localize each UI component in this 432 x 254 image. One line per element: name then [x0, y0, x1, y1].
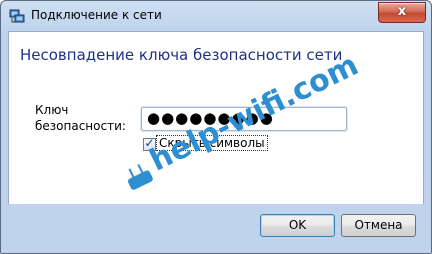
ok-button[interactable]: OK [260, 214, 335, 237]
window-title: Подключение к сети [31, 8, 162, 22]
router-icon [127, 169, 154, 191]
dialog-content: Несовпадение ключа безопасности сети Клю… [8, 31, 424, 204]
button-bar: OK Отмена [8, 203, 424, 251]
security-key-label: Ключ безопасности: [35, 103, 126, 133]
network-connect-dialog: Подключение к сети x Несовпадение ключа … [0, 0, 432, 254]
watermark: help-wifi.com [114, 47, 364, 207]
title-bar[interactable]: Подключение к сети x [1, 1, 431, 31]
close-icon: x [397, 4, 407, 19]
network-icon [9, 9, 25, 23]
close-button[interactable]: x [378, 2, 426, 23]
dialog-heading: Несовпадение ключа безопасности сети [20, 46, 343, 64]
cancel-button[interactable]: Отмена [341, 214, 416, 237]
